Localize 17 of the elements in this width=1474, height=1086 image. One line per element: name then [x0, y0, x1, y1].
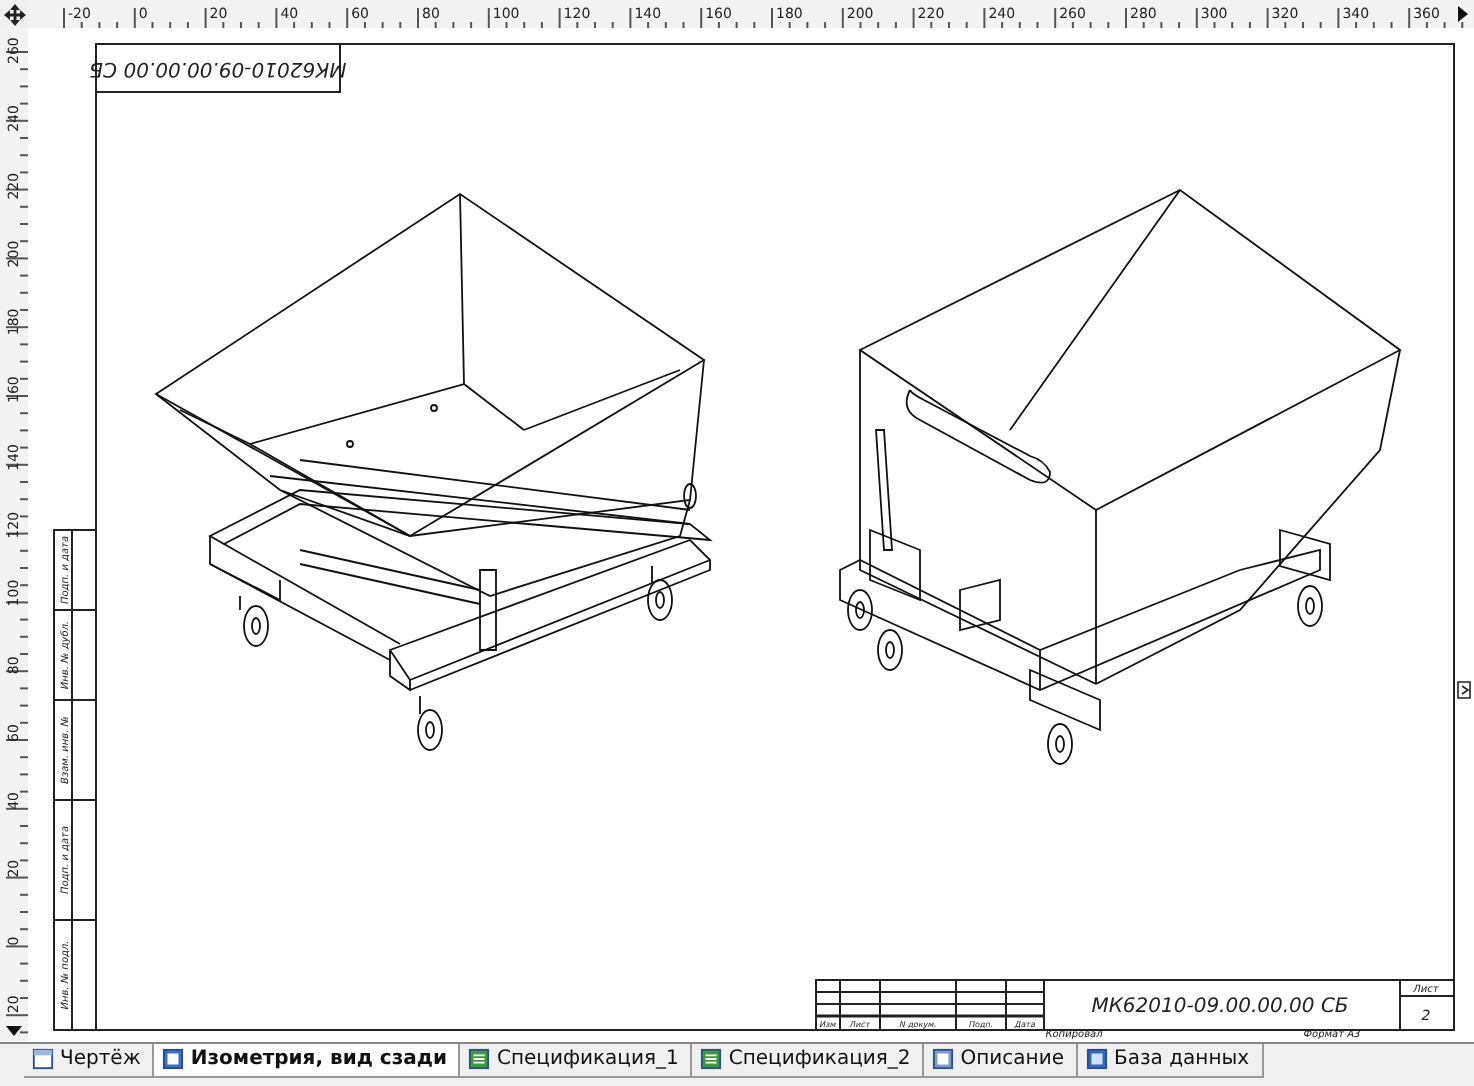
- document-icon: [468, 1048, 491, 1070]
- scroll-down-icon[interactable]: [6, 1026, 22, 1036]
- scroll-right-icon[interactable]: [1458, 6, 1468, 22]
- sheet-tab[interactable]: База данных: [1078, 1044, 1264, 1078]
- sheet-tab[interactable]: Спецификация_1: [460, 1044, 693, 1078]
- document-icon: [932, 1048, 955, 1070]
- sheet-tab[interactable]: Изометрия, вид сзади: [154, 1044, 461, 1078]
- document-icon: [162, 1048, 185, 1070]
- move-icon[interactable]: [3, 3, 25, 25]
- document-icon: [700, 1048, 723, 1070]
- sheet-tab[interactable]: Спецификация_2: [692, 1044, 925, 1078]
- document-icon: [1086, 1048, 1108, 1070]
- sheet-tab[interactable]: Описание: [924, 1044, 1078, 1078]
- collapse-icon[interactable]: [1457, 681, 1471, 699]
- drawing-designation: МК62010-09.00.00.00 СБ: [1091, 996, 1349, 1018]
- sheet-tab[interactable]: Чертёж: [24, 1044, 155, 1078]
- document-icon: [32, 1048, 54, 1070]
